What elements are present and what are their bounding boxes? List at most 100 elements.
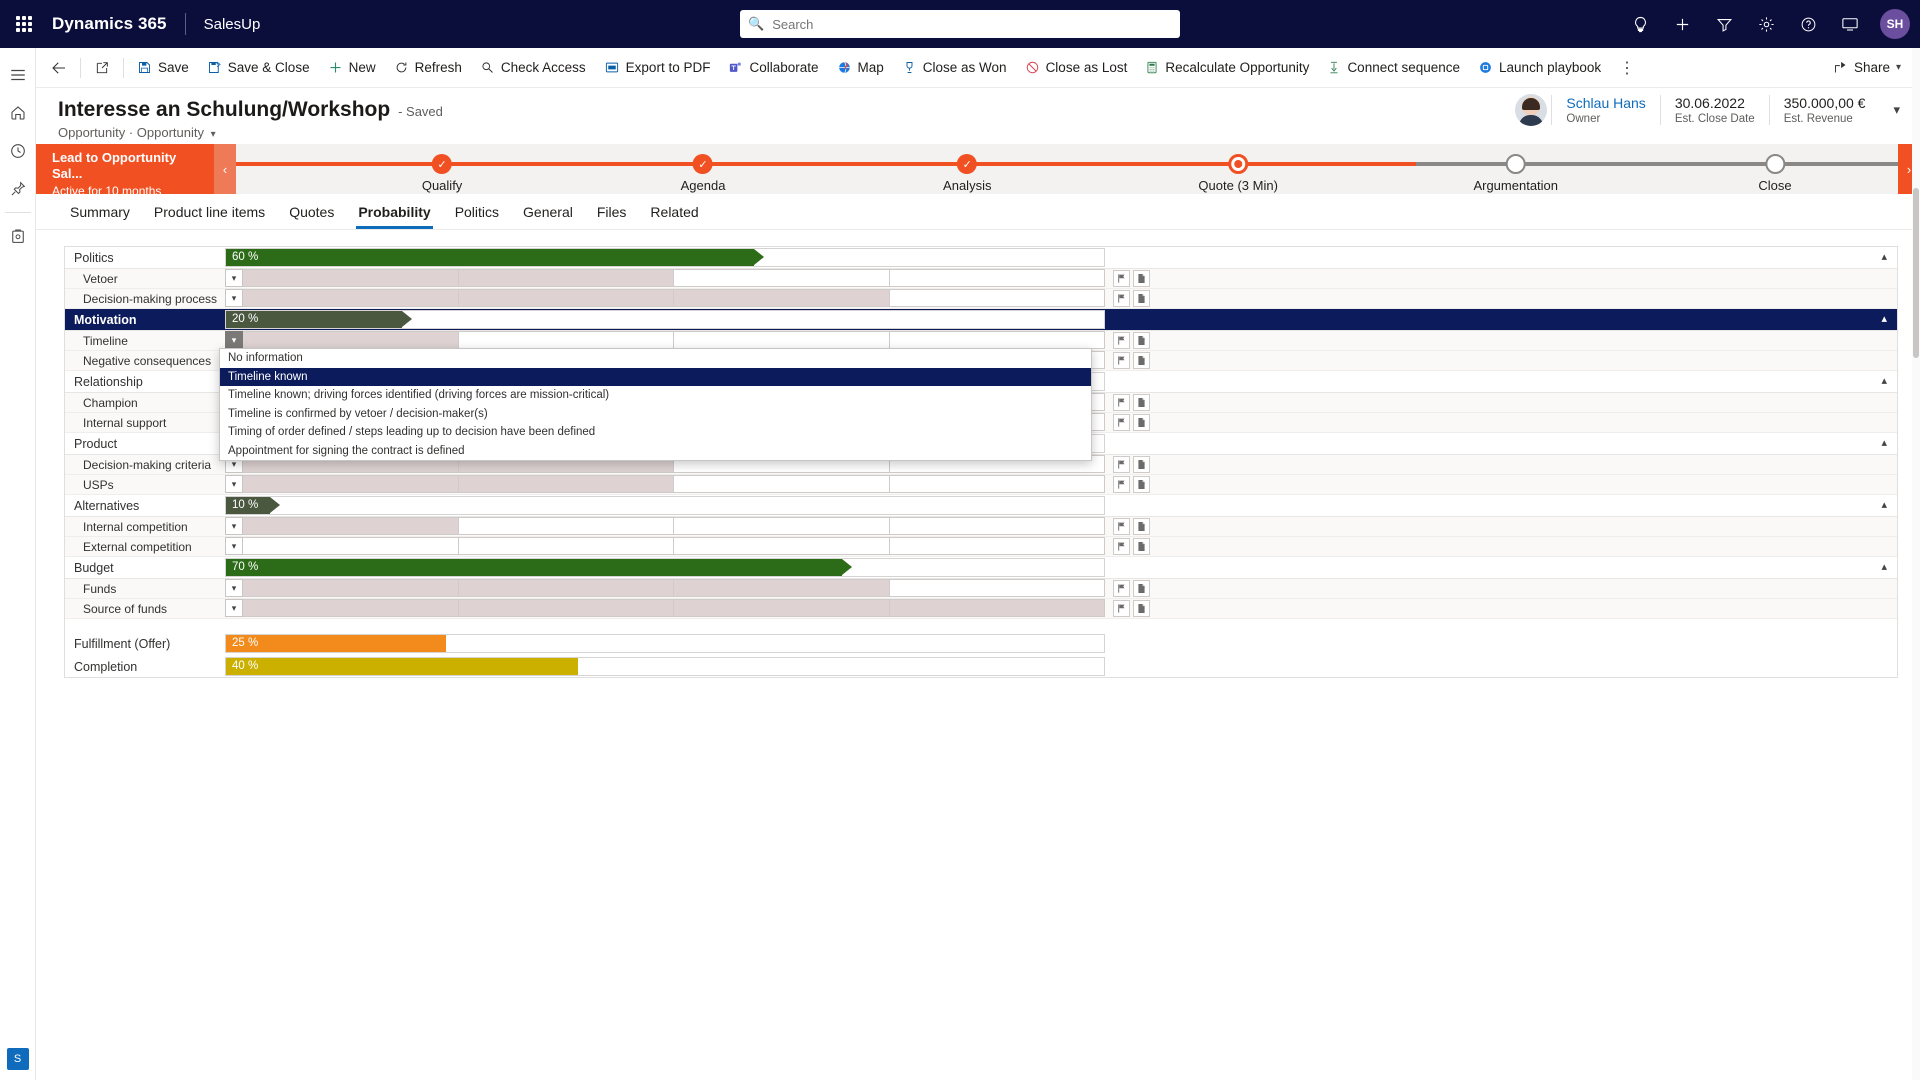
level-segment[interactable]: [458, 475, 674, 493]
tab-summary[interactable]: Summary: [58, 195, 142, 229]
avatar[interactable]: SH: [1880, 9, 1910, 39]
note-icon[interactable]: [1133, 332, 1150, 349]
chevron-up-icon[interactable]: ▴: [1881, 250, 1887, 263]
level-segment[interactable]: [889, 517, 1105, 535]
pin-icon[interactable]: [0, 170, 36, 208]
dropdown-option-driving-forces[interactable]: Timeline known; driving forces identifie…: [220, 386, 1091, 405]
owner-value[interactable]: Schlau Hans: [1566, 95, 1645, 111]
dropdown-toggle-icon[interactable]: ▾: [225, 579, 243, 597]
level-segment[interactable]: [243, 475, 459, 493]
level-segment[interactable]: [458, 517, 674, 535]
sub-row-funds[interactable]: Funds ▾: [65, 579, 1897, 599]
dropdown-toggle-icon[interactable]: ▾: [225, 289, 243, 307]
check-access-button[interactable]: Check Access: [471, 48, 595, 87]
note-icon[interactable]: [1133, 352, 1150, 369]
level-segment[interactable]: [889, 475, 1105, 493]
note-icon[interactable]: [1133, 476, 1150, 493]
dropdown-option-appointment-signing[interactable]: Appointment for signing the contract is …: [220, 442, 1091, 461]
sub-row-decision-making-process[interactable]: Decision-making process ▾: [65, 289, 1897, 309]
recent-icon[interactable]: [0, 132, 36, 170]
dropdown-toggle-icon[interactable]: ▾: [225, 537, 243, 555]
header-field-owner[interactable]: Schlau Hans Owner: [1551, 95, 1659, 125]
app-name[interactable]: SalesUp: [204, 16, 261, 33]
level-segment[interactable]: [889, 331, 1105, 349]
page-scrollbar[interactable]: [1912, 48, 1920, 1080]
dropdown-toggle-icon[interactable]: ▾: [225, 269, 243, 287]
dropdown-toggle-icon[interactable]: ▾: [225, 331, 243, 349]
level-segment[interactable]: [674, 579, 890, 597]
bpf-stage-agenda[interactable]: ✓ Agenda: [681, 144, 725, 193]
scrollbar-thumb[interactable]: [1913, 188, 1919, 358]
back-button[interactable]: [42, 48, 76, 87]
dropdown-option-no-information[interactable]: No information: [220, 349, 1091, 368]
chevron-up-icon[interactable]: ▴: [1881, 312, 1887, 325]
flag-icon[interactable]: [1113, 600, 1130, 617]
level-segment[interactable]: [458, 537, 674, 555]
note-icon[interactable]: [1133, 580, 1150, 597]
level-segment[interactable]: [674, 599, 890, 617]
search-input[interactable]: [770, 15, 1172, 33]
level-segment[interactable]: [243, 331, 459, 349]
close-as-lost-button[interactable]: Close as Lost: [1016, 48, 1137, 87]
chevron-up-icon[interactable]: ▴: [1881, 560, 1887, 573]
close-as-won-button[interactable]: Close as Won: [893, 48, 1016, 87]
connect-sequence-button[interactable]: Connect sequence: [1318, 48, 1469, 87]
timeline-dropdown-list[interactable]: No information Timeline known Timeline k…: [219, 348, 1092, 461]
level-segment[interactable]: [243, 269, 459, 287]
level-segment[interactable]: [243, 289, 459, 307]
level-segment[interactable]: [674, 537, 890, 555]
level-segment[interactable]: [243, 579, 459, 597]
flag-icon[interactable]: [1113, 456, 1130, 473]
dropdown-toggle-icon[interactable]: ▾: [225, 517, 243, 535]
dropdown-toggle-icon[interactable]: ▾: [225, 599, 243, 617]
tab-files[interactable]: Files: [585, 195, 639, 229]
sub-row-external-competition[interactable]: External competition ▾: [65, 537, 1897, 557]
level-segment[interactable]: [674, 289, 890, 307]
collaborate-button[interactable]: Collaborate: [719, 48, 827, 87]
level-segment[interactable]: [458, 269, 674, 287]
tab-related[interactable]: Related: [638, 195, 710, 229]
header-expand-chevron-down-icon[interactable]: ▾: [1889, 98, 1904, 122]
flag-icon[interactable]: [1113, 270, 1130, 287]
overflow-menu-button[interactable]: ⋮: [1610, 48, 1645, 87]
gear-icon[interactable]: [1746, 0, 1786, 48]
chevron-up-icon[interactable]: ▴: [1881, 374, 1887, 387]
app-launcher-icon[interactable]: [0, 0, 48, 48]
sub-row-usps[interactable]: USPs ▾: [65, 475, 1897, 495]
note-icon[interactable]: [1133, 290, 1150, 307]
level-segment[interactable]: [458, 331, 674, 349]
flag-icon[interactable]: [1113, 580, 1130, 597]
tab-general[interactable]: General: [511, 195, 585, 229]
level-segment[interactable]: [889, 269, 1105, 287]
filter-icon[interactable]: [1704, 0, 1744, 48]
tab-probability[interactable]: Probability: [346, 195, 442, 229]
brand-title[interactable]: Dynamics 365: [52, 14, 167, 34]
launch-playbook-button[interactable]: Launch playbook: [1469, 48, 1610, 87]
level-segment[interactable]: [243, 599, 459, 617]
plus-icon[interactable]: [1662, 0, 1702, 48]
hamburger-icon[interactable]: [0, 56, 36, 94]
sitemap-badge[interactable]: S: [6, 1048, 29, 1070]
note-icon[interactable]: [1133, 270, 1150, 287]
dropdown-option-timing-of-order[interactable]: Timing of order defined / steps leading …: [220, 423, 1091, 442]
level-segment[interactable]: [889, 537, 1105, 555]
bpf-stage-qualify[interactable]: ✓ Qualify: [422, 144, 462, 193]
level-segment[interactable]: [458, 289, 674, 307]
tab-politics[interactable]: Politics: [443, 195, 511, 229]
flag-icon[interactable]: [1113, 518, 1130, 535]
new-button[interactable]: New: [319, 48, 385, 87]
group-row-motivation[interactable]: Motivation 20 % ▴: [65, 309, 1897, 331]
flag-icon[interactable]: [1113, 476, 1130, 493]
bpf-stage-quote[interactable]: Quote (3 Min): [1198, 144, 1278, 193]
popout-button[interactable]: [85, 48, 119, 87]
level-segment[interactable]: [889, 289, 1105, 307]
note-icon[interactable]: [1133, 456, 1150, 473]
flag-icon[interactable]: [1113, 290, 1130, 307]
dropdown-option-confirmed-by-vetoer[interactable]: Timeline is confirmed by vetoer / decisi…: [220, 405, 1091, 424]
bpf-prev-button[interactable]: ‹: [214, 144, 236, 194]
dropdown-option-timeline-known[interactable]: Timeline known: [220, 367, 1091, 386]
level-segment[interactable]: [458, 579, 674, 597]
breadcrumb-form[interactable]: Opportunity: [137, 125, 204, 140]
tab-product-line-items[interactable]: Product line items: [142, 195, 277, 229]
sub-row-internal-competition[interactable]: Internal competition ▾: [65, 517, 1897, 537]
